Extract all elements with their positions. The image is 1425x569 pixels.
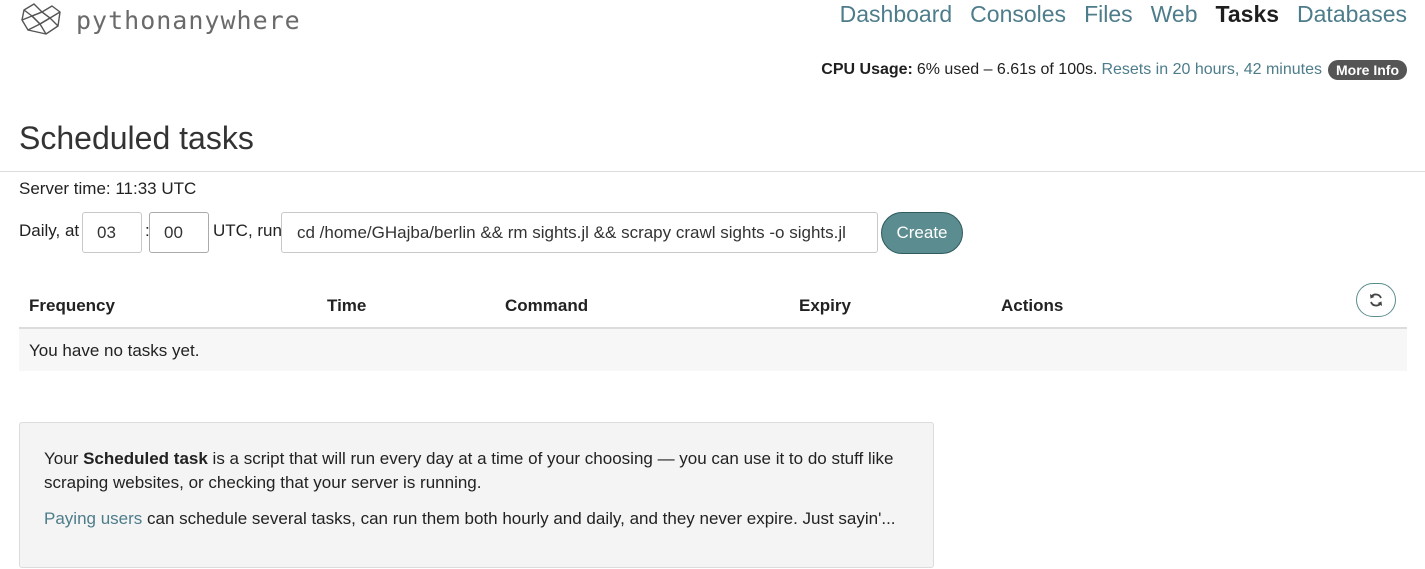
empty-tasks-message: You have no tasks yet. — [29, 341, 200, 360]
table-row: You have no tasks yet. — [19, 329, 1407, 371]
hour-input[interactable] — [82, 212, 142, 253]
page-title: Scheduled tasks — [19, 120, 254, 156]
cpu-usage-value: 6% used – 6.61s of 100s. — [916, 61, 1098, 78]
nav-web[interactable]: Web — [1151, 0, 1198, 28]
more-info-button[interactable]: More Info — [1328, 60, 1407, 80]
info-p1-bold: Scheduled task — [83, 449, 208, 468]
nav-dashboard[interactable]: Dashboard — [840, 0, 953, 28]
table-header: Frequency Time Command Expiry Actions — [19, 283, 1407, 329]
header-time: Time — [327, 296, 367, 315]
nav-tasks[interactable]: Tasks — [1216, 0, 1280, 28]
refresh-icon — [1370, 293, 1382, 307]
header-actions: Actions — [1001, 296, 1064, 315]
top-bar: pythonanywhere Dashboard Consoles Files … — [0, 0, 1425, 40]
create-button[interactable]: Create — [881, 212, 963, 254]
info-paragraph-1: Your Scheduled task is a script that wil… — [44, 447, 909, 495]
daily-at-label: Daily, at — [19, 221, 80, 240]
header-frequency: Frequency — [29, 296, 115, 315]
utc-run-label: UTC, run — [213, 221, 282, 240]
header-expiry: Expiry — [799, 296, 851, 315]
nav-databases[interactable]: Databases — [1297, 0, 1407, 28]
cpu-usage: CPU Usage: 6% used – 6.61s of 100s. Rese… — [821, 60, 1407, 80]
nav-files[interactable]: Files — [1084, 0, 1133, 28]
cpu-usage-label: CPU Usage: — [821, 61, 913, 78]
header-command: Command — [505, 296, 589, 315]
info-box: Your Scheduled task is a script that wil… — [19, 422, 934, 568]
refresh-button[interactable] — [1356, 283, 1396, 317]
info-p2-rest: can schedule several tasks, can run them… — [147, 509, 896, 528]
paying-users-link[interactable]: Paying users — [44, 509, 142, 528]
minute-input[interactable] — [149, 212, 209, 253]
brand-name: pythonanywhere — [76, 5, 301, 35]
brand-logo[interactable]: pythonanywhere — [18, 2, 301, 38]
info-p1-prefix: Your — [44, 449, 79, 468]
cpu-reset-time[interactable]: Resets in 20 hours, 42 minutes — [1101, 61, 1322, 79]
pythonanywhere-logo-icon — [21, 3, 61, 35]
command-input[interactable] — [281, 212, 878, 253]
nav-consoles[interactable]: Consoles — [970, 0, 1066, 28]
server-time: Server time: 11:33 UTC — [19, 179, 197, 198]
title-divider — [0, 171, 1425, 172]
new-task-form: Daily, at : UTC, run Create — [19, 212, 1019, 254]
info-paragraph-2: Paying users can schedule several tasks,… — [44, 507, 909, 531]
main-nav: Dashboard Consoles Files Web Tasks Datab… — [840, 0, 1407, 28]
tasks-table: Frequency Time Command Expiry Actions Yo… — [19, 283, 1407, 371]
